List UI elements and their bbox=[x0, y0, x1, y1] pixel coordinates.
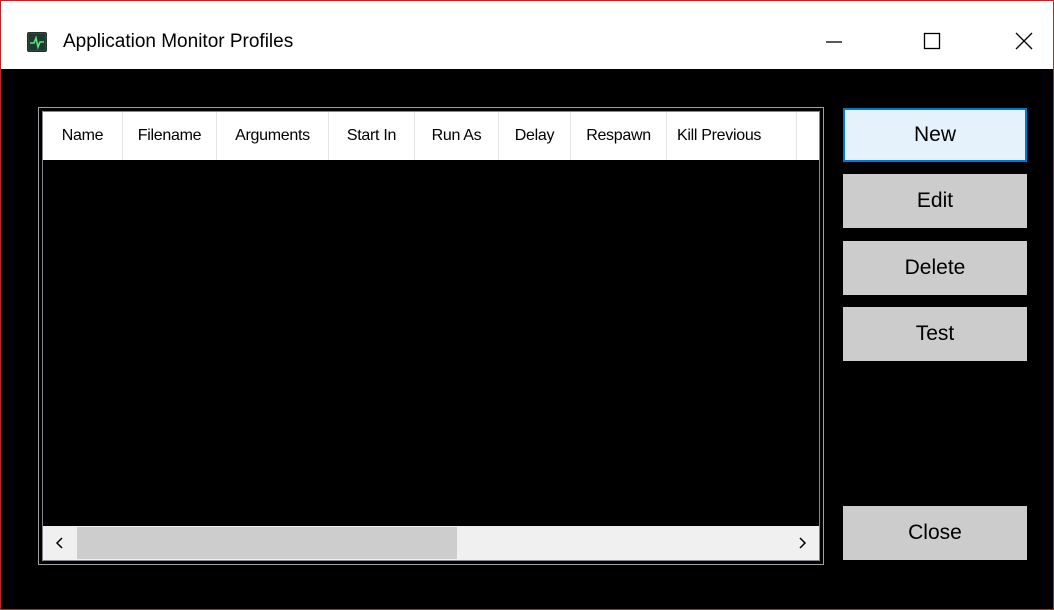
list-header: Name Filename Arguments Start In Run As … bbox=[43, 112, 819, 160]
minimize-icon bbox=[826, 41, 842, 43]
column-header-delay[interactable]: Delay bbox=[499, 112, 571, 160]
scroll-left-button[interactable] bbox=[43, 526, 77, 560]
column-header-kill-previous[interactable]: Kill Previous bbox=[667, 112, 797, 160]
close-button[interactable]: Close bbox=[843, 506, 1027, 560]
app-monitor-icon bbox=[27, 32, 47, 52]
profiles-list[interactable]: Name Filename Arguments Start In Run As … bbox=[38, 107, 824, 565]
column-header-run-as[interactable]: Run As bbox=[415, 112, 499, 160]
scroll-right-button[interactable] bbox=[785, 526, 819, 560]
maximize-button[interactable] bbox=[909, 21, 955, 61]
scrollbar-thumb[interactable] bbox=[77, 527, 457, 559]
horizontal-scrollbar[interactable] bbox=[43, 526, 819, 560]
column-header-start-in[interactable]: Start In bbox=[329, 112, 415, 160]
minimize-button[interactable] bbox=[811, 21, 857, 61]
edit-button[interactable]: Edit bbox=[843, 174, 1027, 228]
window-title: Application Monitor Profiles bbox=[63, 31, 294, 52]
maximize-icon bbox=[923, 32, 941, 50]
close-window-button[interactable] bbox=[1001, 21, 1047, 61]
test-button[interactable]: Test bbox=[843, 307, 1027, 361]
profiles-list-body[interactable]: Name Filename Arguments Start In Run As … bbox=[42, 111, 820, 561]
chevron-left-icon bbox=[55, 537, 63, 549]
column-header-name[interactable]: Name bbox=[43, 112, 123, 160]
app-window: Application Monitor Profiles Name Filena… bbox=[0, 0, 1054, 610]
delete-button[interactable]: Delete bbox=[843, 241, 1027, 295]
new-button[interactable]: New bbox=[843, 108, 1027, 162]
title-bar[interactable]: Application Monitor Profiles bbox=[1, 1, 1053, 69]
chevron-right-icon bbox=[799, 537, 807, 549]
column-header-respawn[interactable]: Respawn bbox=[571, 112, 667, 160]
column-header-arguments[interactable]: Arguments bbox=[217, 112, 329, 160]
column-header-filename[interactable]: Filename bbox=[123, 112, 217, 160]
close-icon bbox=[1015, 32, 1033, 50]
